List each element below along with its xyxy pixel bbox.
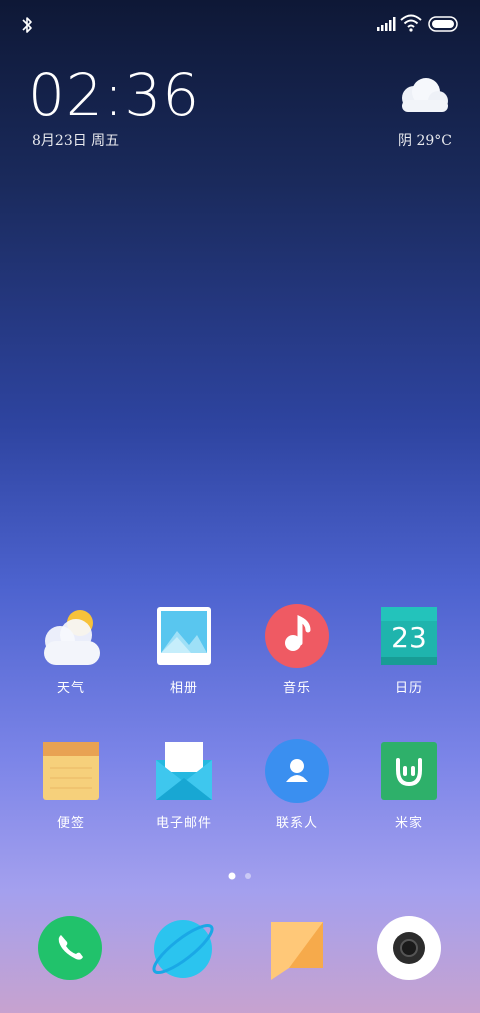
page-dot-active bbox=[228, 872, 236, 880]
app-calendar[interactable]: 23 日历 bbox=[359, 603, 459, 696]
contacts-icon bbox=[265, 739, 329, 803]
app-label: 便签 bbox=[56, 816, 85, 831]
music-icon bbox=[265, 604, 329, 668]
app-music[interactable]: 音乐 bbox=[247, 603, 347, 696]
calendar-icon: 23 bbox=[381, 607, 437, 665]
app-label: 相册 bbox=[169, 681, 198, 696]
email-icon bbox=[156, 742, 212, 800]
app-label: 米家 bbox=[394, 816, 423, 831]
dock-camera[interactable] bbox=[376, 915, 442, 981]
dock-phone[interactable] bbox=[37, 915, 103, 981]
clock-date: 8月23日 周五 bbox=[32, 133, 120, 149]
status-bar bbox=[0, 0, 480, 50]
app-mihome[interactable]: 米家 bbox=[359, 738, 459, 831]
mihome-icon bbox=[381, 742, 437, 800]
app-gallery[interactable]: 相册 bbox=[134, 603, 234, 696]
dock-messages[interactable] bbox=[265, 918, 331, 984]
app-email[interactable]: 电子邮件 bbox=[134, 738, 234, 831]
app-label: 天气 bbox=[56, 681, 85, 696]
page-dot bbox=[245, 873, 251, 879]
cloud-icon[interactable] bbox=[392, 74, 452, 118]
bluetooth-icon bbox=[22, 17, 32, 33]
battery-icon bbox=[428, 16, 458, 32]
weather-icon bbox=[44, 610, 100, 665]
app-label: 日历 bbox=[394, 681, 423, 696]
app-weather[interactable]: 天气 bbox=[21, 603, 121, 696]
app-label: 电子邮件 bbox=[155, 816, 212, 831]
page-indicator[interactable] bbox=[228, 872, 254, 880]
notes-icon bbox=[43, 742, 99, 800]
wifi-icon bbox=[400, 14, 422, 32]
gallery-icon bbox=[157, 607, 211, 665]
app-label: 音乐 bbox=[282, 681, 311, 696]
signal-bars-icon bbox=[377, 17, 396, 31]
app-label: 联系人 bbox=[275, 816, 318, 831]
calendar-day: 23 bbox=[391, 621, 427, 654]
app-contacts[interactable]: 联系人 bbox=[247, 738, 347, 831]
app-notes[interactable]: 便签 bbox=[21, 738, 121, 831]
clock-time[interactable]: 02:36 bbox=[28, 66, 200, 124]
weather-summary: 阴 29°C bbox=[398, 133, 452, 149]
dock-browser[interactable] bbox=[150, 915, 216, 981]
